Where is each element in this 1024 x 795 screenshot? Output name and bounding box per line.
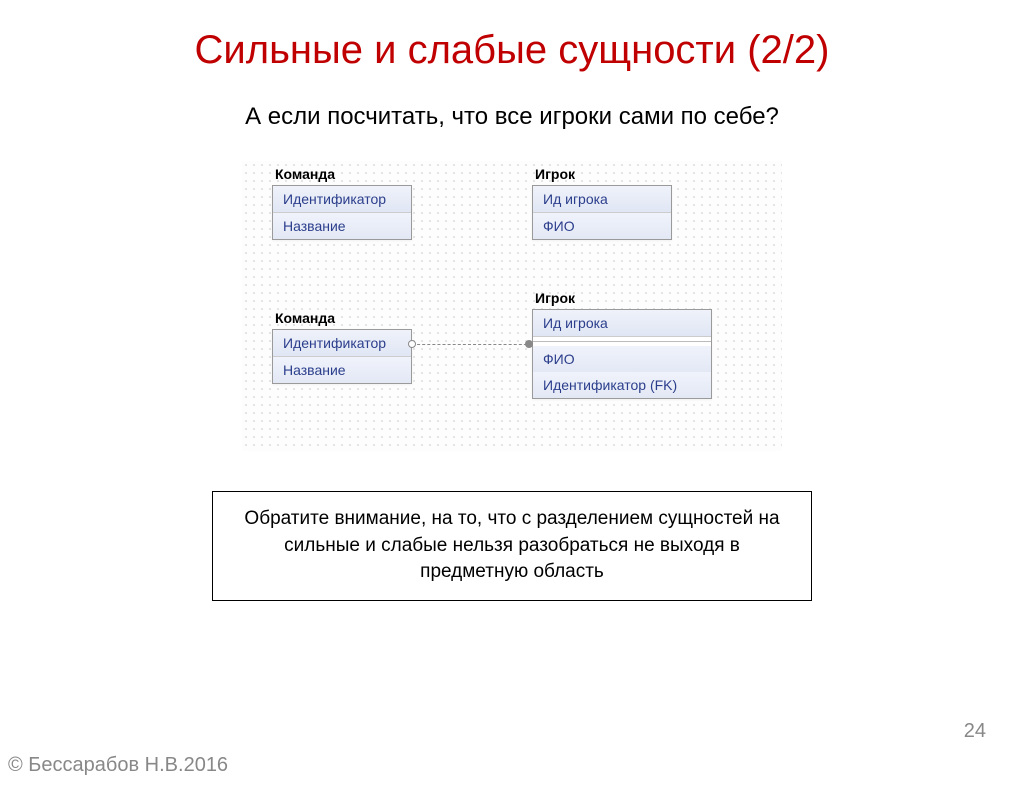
er-diagram: Команда Идентификатор Название Игрок Ид … xyxy=(242,161,782,451)
entity-attribute: Ид игрока xyxy=(533,310,711,337)
entity-attribute: Идентификатор xyxy=(273,330,411,357)
entity-title: Команда xyxy=(275,166,335,182)
entity-attribute: Ид игрока xyxy=(533,186,671,213)
entity-attribute: ФИО xyxy=(533,346,711,372)
relationship-end-left xyxy=(408,340,416,348)
note-box: Обратите внимание, на то, что с разделен… xyxy=(212,491,812,601)
entity-title: Игрок xyxy=(535,290,575,306)
entity-team-2: Команда Идентификатор Название xyxy=(272,329,412,384)
slide-subtitle: А если посчитать, что все игроки сами по… xyxy=(0,103,1024,131)
entity-title: Игрок xyxy=(535,166,575,182)
relationship-line xyxy=(412,344,532,346)
relationship-end-right xyxy=(525,340,533,348)
page-number: 24 xyxy=(964,720,986,743)
entity-attribute: ФИО xyxy=(533,213,671,239)
entity-divider xyxy=(533,341,711,342)
entity-player-2: Игрок Ид игрока ФИО Идентификатор (FK) xyxy=(532,309,712,399)
entity-attribute: Название xyxy=(273,213,411,239)
entity-title: Команда xyxy=(275,310,335,326)
entity-attribute: Название xyxy=(273,357,411,383)
slide-title: Сильные и слабые сущности (2/2) xyxy=(0,28,1024,73)
entity-attribute: Идентификатор xyxy=(273,186,411,213)
entity-attribute: Идентификатор (FK) xyxy=(533,372,711,398)
entity-player-1: Игрок Ид игрока ФИО xyxy=(532,185,672,240)
entity-team-1: Команда Идентификатор Название xyxy=(272,185,412,240)
copyright: © Бессарабов Н.В.2016 xyxy=(8,754,228,777)
